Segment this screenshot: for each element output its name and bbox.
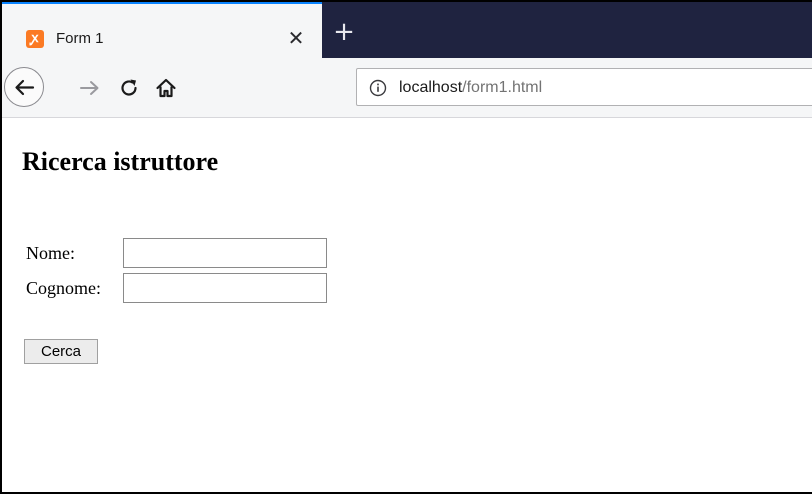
reload-button[interactable]: [117, 76, 141, 100]
reload-icon: [121, 79, 137, 96]
url-host: localhost: [399, 79, 463, 96]
page-content: Ricerca istruttore Nome: Cognome: Cerca: [2, 118, 812, 492]
tab-strip: ꭙ Form 1 ✕ +: [2, 2, 812, 58]
cognome-input[interactable]: [123, 273, 327, 303]
address-bar[interactable]: localhost/form1.html: [356, 68, 812, 106]
back-arrow-icon: [15, 79, 35, 96]
home-icon: [156, 78, 176, 98]
home-button[interactable]: [154, 76, 178, 100]
info-icon[interactable]: [369, 79, 387, 97]
navigation-toolbar: localhost/form1.html: [2, 58, 812, 118]
cognome-label: Cognome:: [26, 278, 101, 298]
forward-arrow-icon: [80, 81, 99, 95]
xampp-icon: ꭙ: [26, 30, 44, 48]
nome-label: Nome:: [26, 243, 75, 263]
browser-window: ꭙ Form 1 ✕ + localhost/form1.html Ricerc…: [0, 0, 812, 494]
cerca-button[interactable]: Cerca: [24, 339, 98, 364]
url-text[interactable]: localhost/form1.html: [399, 79, 542, 97]
back-button[interactable]: [4, 67, 44, 107]
page-title: Ricerca istruttore: [22, 147, 219, 176]
new-tab-button[interactable]: +: [330, 18, 358, 46]
close-tab-icon[interactable]: ✕: [284, 26, 308, 50]
url-path: /form1.html: [462, 79, 543, 96]
nome-input[interactable]: [123, 238, 327, 268]
tab-title: Form 1: [56, 30, 104, 47]
tab-form-1[interactable]: ꭙ Form 1 ✕: [2, 2, 322, 58]
forward-button[interactable]: [78, 76, 102, 100]
